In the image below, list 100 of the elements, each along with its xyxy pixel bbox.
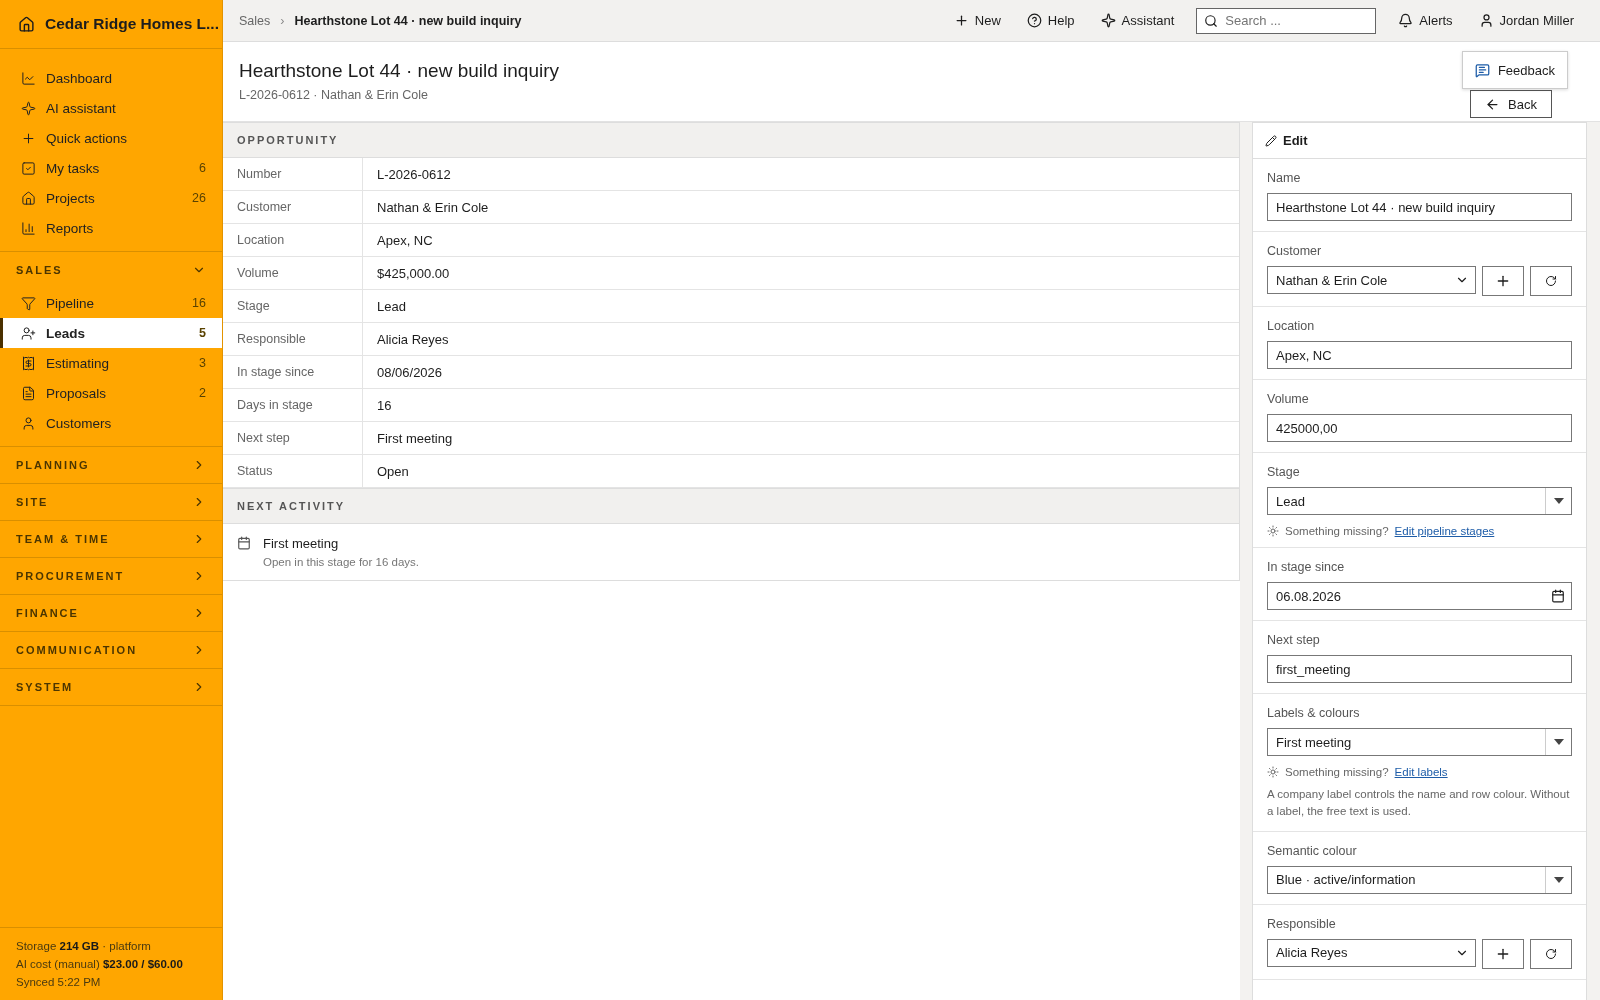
- refresh-button[interactable]: [1530, 266, 1572, 296]
- plus-icon: [953, 13, 969, 28]
- section-title: OPPORTUNITY: [237, 134, 339, 146]
- nav-item[interactable]: Proposals 2: [0, 378, 222, 408]
- field-name: Customer: [223, 191, 363, 223]
- dropdown-caret-icon: [1553, 739, 1564, 745]
- section-header[interactable]: FINANCE: [0, 595, 222, 631]
- field-name: Volume: [223, 257, 363, 289]
- add-button[interactable]: [1482, 266, 1524, 296]
- breadcrumb-item[interactable]: Sales: [239, 13, 271, 28]
- sun-icon: [1267, 766, 1279, 778]
- refresh-button[interactable]: [1530, 938, 1572, 969]
- count-label: 5: [199, 326, 206, 340]
- page-title: Hearthstone Lot 44 · new build inquiry: [239, 60, 560, 82]
- field-label: Next step: [1267, 633, 1321, 647]
- section-header[interactable]: PROCUREMENT: [0, 558, 222, 594]
- feedback-button[interactable]: Feedback: [1461, 51, 1568, 89]
- field-value: Lead: [376, 297, 407, 316]
- receipt-icon: [21, 355, 36, 371]
- section-header[interactable]: SITE: [0, 484, 222, 520]
- dropdown-field[interactable]: Blue · active/information: [1267, 865, 1572, 894]
- field-value: Nathan & Erin Cole: [376, 198, 490, 217]
- house-icon: [18, 15, 35, 33]
- text-field[interactable]: Hearthstone Lot 44 · new build inquiry: [1267, 193, 1572, 221]
- field-name: Number: [223, 158, 363, 190]
- bar-chart-icon: [21, 220, 36, 236]
- refresh-icon: [1545, 947, 1557, 960]
- help-text: A company label controls the name and row colour. Without a label, the free text is used.: [1267, 787, 1571, 820]
- toolbar-button[interactable]: Help: [1016, 13, 1085, 28]
- search-field[interactable]: Search ...: [1196, 7, 1377, 34]
- bell-icon: [1398, 13, 1414, 28]
- calendar-icon: [1551, 589, 1565, 603]
- nav-item[interactable]: Customers: [0, 408, 222, 438]
- date-field[interactable]: 06.08.2026: [1267, 582, 1572, 610]
- field-value: Alicia Reyes: [376, 330, 450, 349]
- field-label: Customer: [1267, 244, 1323, 258]
- edit-link[interactable]: Edit labels: [1394, 766, 1448, 778]
- add-button[interactable]: [1482, 938, 1524, 969]
- nav-item[interactable]: Projects 26: [0, 183, 222, 213]
- plus-icon: [21, 130, 36, 146]
- field-value: 08/06/2026: [376, 363, 444, 382]
- count-label: 2: [199, 386, 206, 400]
- nav-item[interactable]: Pipeline 16: [0, 288, 222, 318]
- back-button[interactable]: Back: [1470, 90, 1552, 118]
- hint-text: Something missing?: [1285, 525, 1389, 537]
- field-value: First meeting: [376, 429, 454, 448]
- nav-item[interactable]: Leads 5: [0, 318, 222, 348]
- field-name: Stage: [223, 290, 363, 322]
- funnel-icon: [21, 295, 36, 311]
- breadcrumb-separator: ›: [280, 13, 285, 28]
- nav-item[interactable]: My tasks 6: [0, 153, 222, 183]
- field-label: Labels & colours: [1267, 706, 1361, 720]
- dropdown-field[interactable]: First meeting: [1267, 728, 1572, 756]
- toolbar-button[interactable]: Assistant: [1090, 13, 1185, 28]
- panel-title: Edit: [1283, 133, 1308, 148]
- section-header[interactable]: SYSTEM: [0, 669, 222, 705]
- line-chart-icon: [21, 70, 36, 86]
- field-name: Responsible: [223, 323, 363, 355]
- document-icon: [21, 385, 36, 401]
- nav-item[interactable]: Reports: [0, 213, 222, 243]
- section-header[interactable]: SALES: [0, 252, 222, 288]
- toolbar-button[interactable]: New: [943, 13, 1011, 28]
- nav-item[interactable]: Estimating 3: [0, 348, 222, 378]
- count-label: 26: [192, 191, 206, 205]
- search-icon: [1204, 13, 1219, 28]
- user-icon: [21, 415, 36, 431]
- section-header[interactable]: COMMUNICATION: [0, 632, 222, 668]
- calendar-icon: [237, 536, 251, 550]
- text-field[interactable]: Apex, NC: [1267, 341, 1572, 369]
- section-header[interactable]: PLANNING: [0, 447, 222, 483]
- nav-item[interactable]: Dashboard: [0, 63, 222, 93]
- breadcrumb-item: Hearthstone Lot 44 · new build inquiry: [294, 13, 522, 28]
- section-header[interactable]: TEAM & TIME: [0, 521, 222, 557]
- field-label: Stage: [1267, 465, 1301, 479]
- nav-item[interactable]: AI assistant: [0, 93, 222, 123]
- nav-item[interactable]: Quick actions: [0, 123, 222, 153]
- sparkle-icon: [21, 100, 36, 116]
- count-label: 16: [192, 296, 206, 310]
- field-value: Apex, NC: [376, 231, 434, 250]
- select-field[interactable]: Alicia Reyes: [1267, 938, 1476, 967]
- footer-text: AI cost (manual) $23.00 / $60.00: [16, 958, 184, 970]
- field-label: Semantic colour: [1267, 843, 1358, 858]
- count-label: 3: [199, 356, 206, 370]
- edit-link[interactable]: Edit pipeline stages: [1394, 525, 1495, 537]
- select-field[interactable]: Nathan & Erin Cole: [1267, 266, 1476, 294]
- dropdown-field[interactable]: Lead: [1267, 487, 1572, 515]
- alerts-button[interactable]: Alerts: [1388, 13, 1463, 28]
- field-value: 16: [376, 396, 393, 415]
- footer-text: Synced 5:22 PM: [16, 976, 102, 988]
- text-field[interactable]: first_meeting: [1267, 655, 1572, 683]
- field-label: In stage since: [1267, 560, 1346, 574]
- user-menu[interactable]: Jordan Miller: [1468, 13, 1584, 28]
- refresh-icon: [1545, 275, 1557, 287]
- text-field[interactable]: 425000,00: [1267, 414, 1572, 442]
- plus-icon: [1495, 273, 1511, 289]
- field-value: $425,000.00: [376, 264, 451, 283]
- field-value: L-2026-0612: [376, 165, 452, 184]
- field-label: Responsible: [1267, 916, 1337, 931]
- field-label: Location: [1267, 319, 1316, 333]
- field-value: Open: [376, 462, 410, 481]
